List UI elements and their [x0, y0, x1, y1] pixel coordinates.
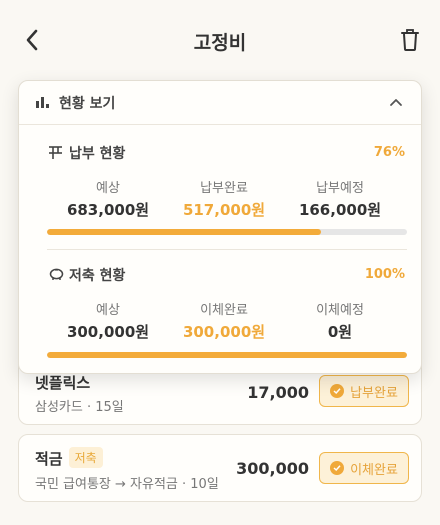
transfer-scheduled-value: 0원	[327, 323, 353, 341]
transfer-scheduled-label: 이체예정	[316, 303, 364, 318]
section-divider	[47, 249, 407, 250]
savings-progress-fill	[47, 352, 407, 358]
paid-label: 납부완료	[200, 181, 248, 196]
trash-icon	[401, 29, 419, 51]
panel-title: 현황 보기	[59, 96, 116, 112]
item-name: 넷플릭스	[35, 374, 91, 392]
page-title: 고정비	[193, 32, 247, 54]
payment-section-title: 납부 현황	[69, 146, 126, 162]
piggy-bank-icon	[49, 268, 64, 280]
transferred-label: 이체완료	[200, 303, 248, 318]
check-icon	[330, 384, 345, 398]
chevron-up-icon	[390, 99, 402, 106]
bar-chart-icon	[36, 97, 49, 108]
item-amount: 17,000	[247, 383, 309, 402]
payment-progress-bar	[47, 229, 407, 235]
expected-value: 300,000원	[66, 323, 150, 341]
check-icon	[330, 461, 345, 475]
expected-label: 예상	[96, 303, 120, 318]
paid-value: 517,000원	[182, 201, 266, 219]
payment-icon	[49, 146, 62, 159]
savings-progress-bar	[47, 352, 407, 358]
item-sub: 국민 급여통장 → 자유적금 · 10일	[35, 477, 219, 492]
item-name-text: 적금	[35, 450, 63, 468]
payment-progress-fill	[47, 229, 321, 235]
status-panel: 현황 보기 납부 현황 76% 예상 납부완료 납부예정 683,000원 51…	[18, 80, 422, 374]
expected-value: 683,000원	[66, 201, 150, 219]
item-sub: 삼성카드 · 15일	[35, 400, 124, 415]
status-label: 이체완료	[350, 462, 398, 478]
panel-toggle[interactable]: 현황 보기	[19, 81, 421, 125]
list-item-savings[interactable]: 적금 저축 국민 급여통장 → 자유적금 · 10일 300,000 이체완료	[18, 434, 422, 502]
scheduled-value: 166,000원	[298, 201, 382, 219]
status-button-transferred[interactable]: 이체완료	[319, 452, 409, 484]
item-name: 적금 저축	[35, 447, 103, 469]
status-button-paid[interactable]: 납부완료	[319, 375, 409, 407]
delete-button[interactable]	[396, 26, 424, 54]
savings-percent: 100%	[364, 267, 405, 282]
payment-percent: 76%	[373, 145, 405, 160]
expected-label: 예상	[96, 181, 120, 196]
item-amount: 300,000	[236, 459, 309, 478]
savings-tag: 저축	[68, 447, 103, 468]
transferred-value: 300,000원	[182, 323, 266, 341]
scheduled-label: 납부예정	[316, 181, 364, 196]
savings-section-title: 저축 현황	[69, 268, 126, 284]
app-header: 고정비	[0, 0, 440, 80]
status-label: 납부완료	[350, 385, 398, 401]
